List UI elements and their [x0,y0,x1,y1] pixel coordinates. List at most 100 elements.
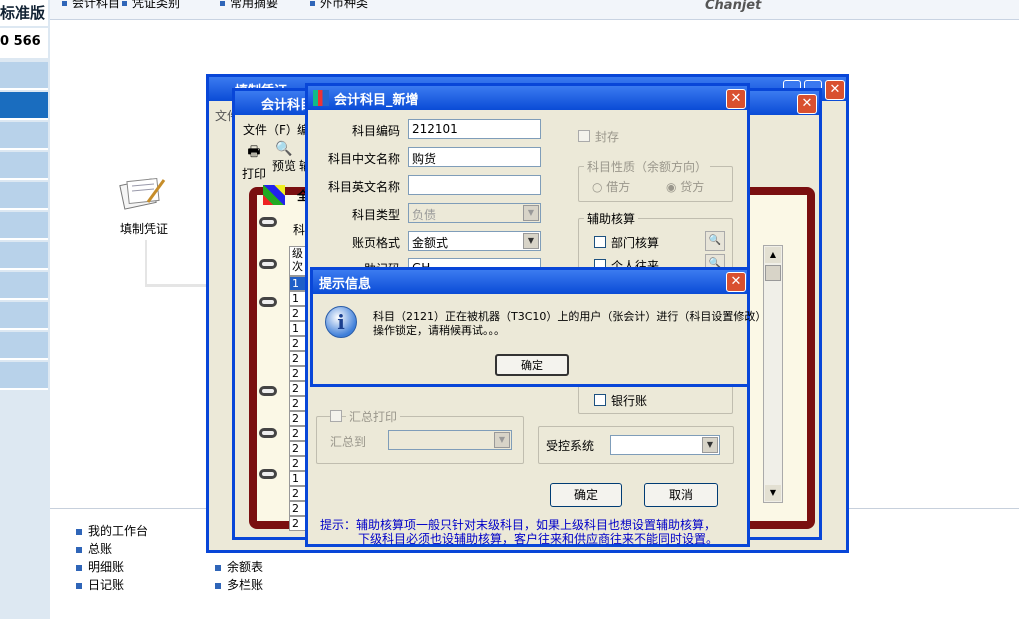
alert-titlebar: 提示信息 [313,270,747,294]
debit-radio[interactable]: ○ 借方 [592,178,630,195]
credit-radio[interactable]: ◉ 贷方 [666,178,704,195]
sidebar-item[interactable] [0,182,48,210]
type-select[interactable]: 负债 ▼ [408,203,541,223]
bullet-icon [215,564,221,571]
alert-dialog: 提示信息 ✕ i 科目（2121）正在被机器（T3C10）上的用户（张会计）进行… [310,267,766,387]
bullet-icon [76,546,82,553]
alert-close-button[interactable]: ✕ [726,272,746,292]
summary-to-label: 汇总到 [330,435,367,449]
left-sidebar: 标准版 0 566 [0,0,50,619]
sidebar-item[interactable] [0,332,48,360]
alert-ok-button[interactable]: 确定 [495,354,569,376]
bullet-icon [62,1,67,6]
summary-print-checkbox[interactable] [330,410,342,422]
edition-label: 标准版 [0,0,48,26]
nav-item-common-summary[interactable]: 常用摘要 [220,0,278,11]
scroll-down-icon[interactable]: ▼ [765,485,781,501]
alert-message-line-2: 操作锁定，请稍候再试。。。 [373,324,505,337]
nav-item-currency[interactable]: 外币种类 [310,0,368,11]
magnifier-icon: 🔍 [275,141,293,157]
sidebar-item[interactable] [0,62,48,90]
controlled-label: 受控系统 [546,439,595,453]
en-name-input[interactable] [408,175,541,195]
chevron-down-icon: ▼ [523,233,539,249]
nav-item-voucher-types[interactable]: 凭证类别 [122,0,180,11]
printer-icon: 🖶 [247,144,261,160]
scroll-up-icon[interactable]: ▲ [765,247,781,263]
sidebar-item[interactable] [0,242,48,270]
bullet-icon [310,1,315,6]
sidebar-item[interactable] [0,152,48,180]
bullet-icon [76,582,82,589]
seal-label: 封存 [595,130,620,144]
summary-to-select[interactable]: ▼ [388,430,512,450]
chevron-down-icon: ▼ [523,205,539,221]
controlled-select[interactable]: ▼ [610,435,720,455]
chevron-down-icon: ▼ [702,437,718,453]
cn-name-input[interactable]: 购货 [408,147,541,167]
bullet-icon [76,564,82,571]
info-icon: i [325,306,357,338]
sidebar-item[interactable] [0,122,48,150]
bullet-icon [76,528,82,535]
link-journal[interactable]: 日记账 [76,576,124,593]
account-window-close-button[interactable]: ✕ [797,94,817,114]
bullet-icon [122,1,127,6]
cancel-button[interactable]: 取消 [644,483,718,507]
link-general-ledger[interactable]: 总账 [76,540,112,557]
nav-item-accounts[interactable]: 会计科目 [62,0,120,11]
type-label: 科目类型 [351,208,400,222]
bank-label: 银行账 [611,394,648,408]
connector-line [145,240,147,284]
sidebar-item-selected[interactable] [0,92,48,120]
sidebar-item[interactable] [0,362,48,390]
link-detail-ledger[interactable]: 明细账 [76,558,124,575]
seal-checkbox[interactable] [578,130,590,142]
summary-print-label: 汇总打印 [346,408,401,425]
bullet-icon [215,582,221,589]
nature-group-label: 科目性质（余额方向） [584,158,711,175]
code-input[interactable]: 212101 [408,119,541,139]
top-nav-bar: 会计科目 凭证类别 常用摘要 外币种类 Chanjet [50,0,1019,20]
binder-ring [259,469,277,479]
connector-line [145,284,210,287]
ok-button[interactable]: 确定 [550,483,622,507]
chevron-down-icon: ▼ [494,432,510,448]
binder-ring [259,259,277,269]
code-label: 科目编码 [351,124,400,138]
dept-checkbox[interactable] [594,236,606,248]
binder-ring [259,386,277,396]
en-name-label: 科目英文名称 [327,180,400,194]
voucher-icon[interactable] [118,172,168,212]
binder-ring [259,428,277,438]
binder-ring [259,217,277,227]
brand-logo: Chanjet [705,0,762,13]
link-multi-column[interactable]: 多栏账 [215,576,263,593]
menu-file[interactable]: 文件（F） [243,121,298,138]
cn-name-label: 科目中文名称 [327,152,400,166]
dialog-close-button[interactable]: ✕ [726,89,746,109]
sidebar-item[interactable] [0,272,48,300]
print-button[interactable]: 🖶 打印 [239,141,269,181]
link-my-workbench[interactable]: 我的工作台 [76,522,148,539]
grid-scrollbar[interactable] [763,245,783,503]
aux-group-label: 辅助核算 [584,210,639,227]
bullet-icon [220,1,225,6]
phone-number: 0 566 [0,28,48,58]
sidebar-item[interactable] [0,212,48,240]
voucher-icon-label: 填制凭证 [120,222,169,236]
scroll-thumb[interactable] [765,265,781,281]
link-balance-sheet[interactable]: 余额表 [215,558,263,575]
hint-line-2: 下级科目必须也设辅助核算，客户往来和供应商往来不能同时设置。 [358,532,719,546]
preview-button[interactable]: 🔍 预览 [269,141,299,175]
format-label: 账页格式 [351,236,400,250]
dept-search-icon[interactable]: 🔍 [705,231,725,251]
bg-window-close-button[interactable]: ✕ [825,80,845,100]
binder-ring [259,297,277,307]
dialog-titlebar: 会计科目_新增 [308,86,747,110]
bank-checkbox[interactable] [594,394,606,406]
format-select[interactable]: 金额式 ▼ [408,231,541,251]
sidebar-item[interactable] [0,302,48,330]
dept-label: 部门核算 [611,236,660,250]
tab-color-icon [263,185,285,205]
